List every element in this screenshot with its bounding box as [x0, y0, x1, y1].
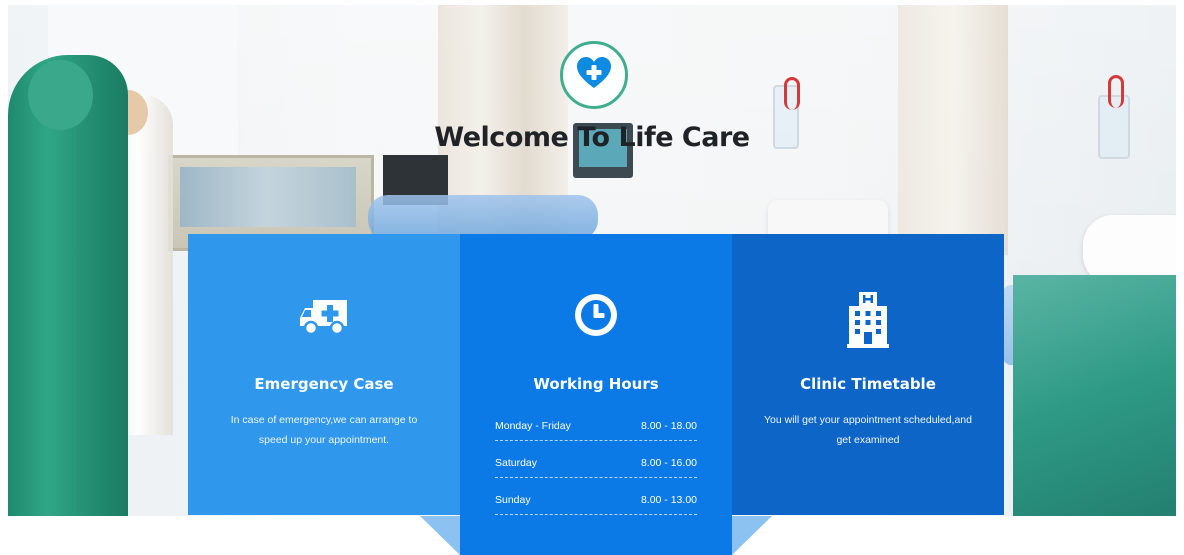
decor-triangle-left: [420, 516, 460, 555]
hours-time: 8.00 - 16.00: [640, 457, 697, 469]
clinic-timetable-card: Clinic Timetable You will get your appoi…: [732, 234, 1004, 515]
cabinet-glass: [180, 167, 356, 227]
hours-day: Sunday: [495, 494, 531, 506]
logo-circle: [560, 41, 628, 109]
tube-left: [784, 77, 800, 110]
page-title: Welcome To Life Care: [434, 122, 750, 153]
working-hours-title: Working Hours: [533, 375, 659, 393]
emergency-case-title: Emergency Case: [254, 375, 394, 393]
hospital-building-icon: [847, 292, 889, 353]
hours-time: 8.00 - 13.00: [640, 494, 697, 506]
hours-row-weekdays: Monday - Friday 8.00 - 18.00: [495, 412, 697, 441]
ambulance-icon: [299, 292, 349, 341]
surgeon-head: [28, 60, 93, 130]
hours-row-saturday: Saturday 8.00 - 16.00: [495, 449, 697, 478]
working-hours-card: Working Hours Monday - Friday 8.00 - 18.…: [460, 234, 732, 555]
clinic-timetable-title: Clinic Timetable: [800, 375, 936, 393]
emergency-case-card: Emergency Case In case of emergency,we c…: [188, 234, 460, 515]
heart-plus-icon: [576, 56, 612, 94]
hours-time: 8.00 - 18.00: [640, 420, 697, 432]
clock-icon: [573, 292, 619, 343]
emergency-case-text: In case of emergency,we can arrange to s…: [230, 414, 418, 446]
hours-row-sunday: Sunday 8.00 - 13.00: [495, 486, 697, 515]
tube-right: [1108, 75, 1124, 108]
hours-day: Monday - Friday: [495, 420, 571, 432]
bed-green-sheet: [1013, 275, 1176, 516]
clinic-timetable-text: You will get your appointment scheduled,…: [763, 414, 972, 446]
hours-day: Saturday: [495, 457, 538, 469]
decor-triangle-right: [732, 516, 772, 555]
working-hours-list: Monday - Friday 8.00 - 18.00 Saturday 8.…: [495, 412, 697, 515]
